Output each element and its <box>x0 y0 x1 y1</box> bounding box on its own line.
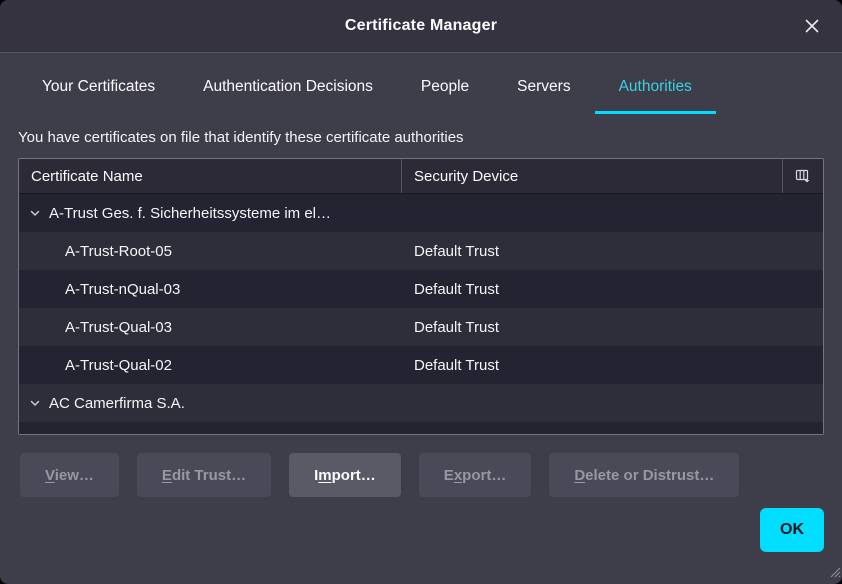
label-post: elete or Distrust… <box>585 467 714 484</box>
label-post: iew… <box>55 467 94 484</box>
view-button[interactable]: View… <box>20 453 119 497</box>
label-post: dit Trust… <box>172 467 246 484</box>
label-post: port… <box>462 467 506 484</box>
tab-servers[interactable]: Servers <box>493 61 594 114</box>
table-header: Certificate Name Security Device <box>19 159 823 194</box>
table-row-group[interactable]: A-Trust Ges. f. Sicherheitssysteme im el… <box>19 194 823 232</box>
column-picker-icon <box>795 169 811 183</box>
tab-authentication-decisions[interactable]: Authentication Decisions <box>179 61 397 114</box>
security-device: Default Trust <box>402 319 823 336</box>
label-accesskey: x <box>454 467 462 484</box>
import-button[interactable]: Import… <box>289 453 401 497</box>
column-picker-button[interactable] <box>783 159 823 193</box>
table-row-group[interactable]: AC Camerfirma S.A. <box>19 384 823 422</box>
edit-trust-button[interactable]: Edit Trust… <box>137 453 271 497</box>
tab-people[interactable]: People <box>397 61 493 114</box>
resize-grip[interactable] <box>826 563 841 583</box>
tab-authorities[interactable]: Authorities <box>595 61 716 114</box>
close-icon <box>804 18 820 34</box>
delete-or-distrust-button[interactable]: Delete or Distrust… <box>549 453 739 497</box>
tab-bar: Your Certificates Authentication Decisio… <box>0 61 842 114</box>
certificate-name: A-Trust-Qual-02 <box>19 357 402 374</box>
label-post: port… <box>332 467 376 484</box>
table-body: A-Trust Ges. f. Sicherheitssysteme im el… <box>19 194 823 434</box>
table-row[interactable]: A-Trust-nQual-03 Default Trust <box>19 270 823 308</box>
group-name: A-Trust Ges. f. Sicherheitssysteme im el… <box>49 205 331 222</box>
security-device: Default Trust <box>402 357 823 374</box>
dialog-title: Certificate Manager <box>345 17 497 35</box>
tab-your-certificates[interactable]: Your Certificates <box>18 61 179 114</box>
label-accesskey: V <box>45 467 55 484</box>
dialog-footer: OK <box>0 497 842 552</box>
certificates-table: Certificate Name Security Device A-Trust… <box>18 158 824 435</box>
label-accesskey: m <box>318 467 331 484</box>
security-device: Default Trust <box>402 281 823 298</box>
certificate-name: Chambers of Commerce Root - 2008 <box>19 433 402 435</box>
certificate-name: A-Trust-nQual-03 <box>19 281 402 298</box>
titlebar: Certificate Manager <box>0 0 842 53</box>
label-accesskey: E <box>162 467 172 484</box>
security-device: Default Trust <box>402 433 823 435</box>
group-name: AC Camerfirma S.A. <box>49 395 185 412</box>
label-accesskey: D <box>574 467 585 484</box>
column-header-certificate-name[interactable]: Certificate Name <box>19 159 402 193</box>
action-button-bar: View… Edit Trust… Import… Export… Delete… <box>0 435 842 497</box>
export-button[interactable]: Export… <box>419 453 532 497</box>
table-row[interactable]: A-Trust-Root-05 Default Trust <box>19 232 823 270</box>
chevron-down-icon[interactable] <box>30 400 40 407</box>
certificate-name: A-Trust-Qual-03 <box>19 319 402 336</box>
label-pre: E <box>444 467 454 484</box>
ok-button[interactable]: OK <box>760 508 824 552</box>
close-button[interactable] <box>796 10 828 42</box>
description-text: You have certificates on file that ident… <box>0 114 842 158</box>
column-header-security-device[interactable]: Security Device <box>402 159 783 193</box>
table-row-clipped[interactable]: Chambers of Commerce Root - 2008 Default… <box>19 422 823 434</box>
certificate-name: A-Trust-Root-05 <box>19 243 402 260</box>
table-row[interactable]: A-Trust-Qual-02 Default Trust <box>19 346 823 384</box>
table-row[interactable]: A-Trust-Qual-03 Default Trust <box>19 308 823 346</box>
certificate-manager-dialog: Certificate Manager Your Certificates Au… <box>0 0 842 584</box>
security-device: Default Trust <box>402 243 823 260</box>
chevron-down-icon[interactable] <box>30 210 40 217</box>
